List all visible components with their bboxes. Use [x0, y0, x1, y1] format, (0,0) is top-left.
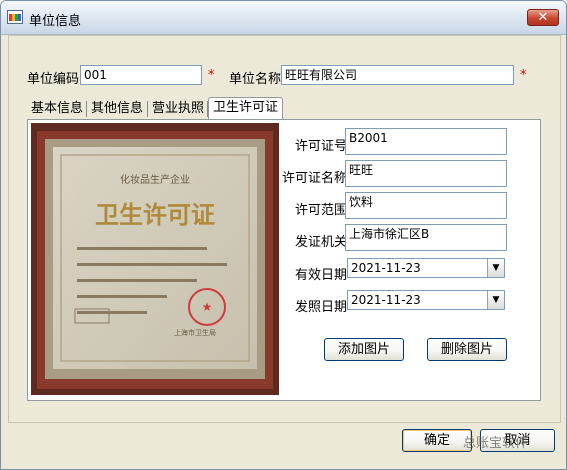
scope-label: 许可范围 [295, 203, 348, 218]
authority-label: 发证机关 [295, 235, 348, 250]
authority-input[interactable]: 上海市徐汇区B [345, 224, 507, 251]
valid-date-picker[interactable]: 2021-11-23 ▼ [347, 258, 505, 278]
valid-date-label: 有效日期 [295, 268, 348, 283]
seal-caption: 上海市卫生局 [174, 328, 216, 337]
unit-code-label: 单位编码 [27, 72, 80, 87]
required-mark: * [208, 68, 215, 83]
close-button[interactable]: ✕ [527, 9, 559, 26]
required-mark: * [520, 68, 527, 83]
window-title: 单位信息 [29, 14, 82, 29]
certificate-subtitle: 化妆品生产企业 [120, 173, 190, 186]
title-bar[interactable]: 单位信息 ✕ [1, 1, 566, 35]
tab-other-info[interactable]: 其他信息 [87, 99, 147, 118]
certificate-heading: 卫生许可证 [95, 200, 215, 229]
tab-basic-info[interactable]: 基本信息 [27, 99, 87, 118]
license-name-input[interactable]: 旺旺 [345, 160, 507, 187]
issue-date-picker[interactable]: 2021-11-23 ▼ [347, 290, 505, 310]
delete-image-button[interactable]: 删除图片 [427, 338, 507, 361]
add-image-button[interactable]: 添加图片 [324, 338, 404, 361]
dialog-window: 单位信息 ✕ 单位编码 001 * 单位名称 旺旺有限公司 * 基本信息 其他信… [0, 0, 567, 470]
issue-date-label: 发照日期 [295, 300, 348, 315]
unit-code-input[interactable]: 001 [80, 65, 202, 85]
chevron-down-icon[interactable]: ▼ [487, 291, 504, 309]
ok-button[interactable]: 确定 [402, 429, 472, 452]
license-no-label: 许可证号 [295, 139, 348, 154]
issue-date-value: 2021-11-23 [351, 293, 421, 307]
tab-business-license[interactable]: 营业执照 [148, 99, 208, 118]
app-icon [7, 10, 23, 24]
watermark: 总账宝软件 [463, 436, 529, 451]
scope-input[interactable]: 饮料 [345, 192, 507, 219]
license-no-input[interactable]: B2001 [345, 128, 507, 155]
valid-date-value: 2021-11-23 [351, 261, 421, 275]
permit-image: 化妆品生产企业 卫生许可证 ★ 上海市卫生局 [31, 123, 279, 395]
svg-text:★: ★ [202, 300, 213, 314]
unit-name-input[interactable]: 旺旺有限公司 [281, 65, 514, 85]
unit-name-label: 单位名称 [229, 72, 282, 87]
certificate-photo: 化妆品生产企业 卫生许可证 ★ 上海市卫生局 [31, 123, 279, 395]
license-name-label: 许可证名称 [282, 171, 348, 186]
tab-health-permit[interactable]: 卫生许可证 [208, 97, 284, 120]
chevron-down-icon[interactable]: ▼ [487, 259, 504, 277]
close-icon: ✕ [537, 10, 549, 25]
